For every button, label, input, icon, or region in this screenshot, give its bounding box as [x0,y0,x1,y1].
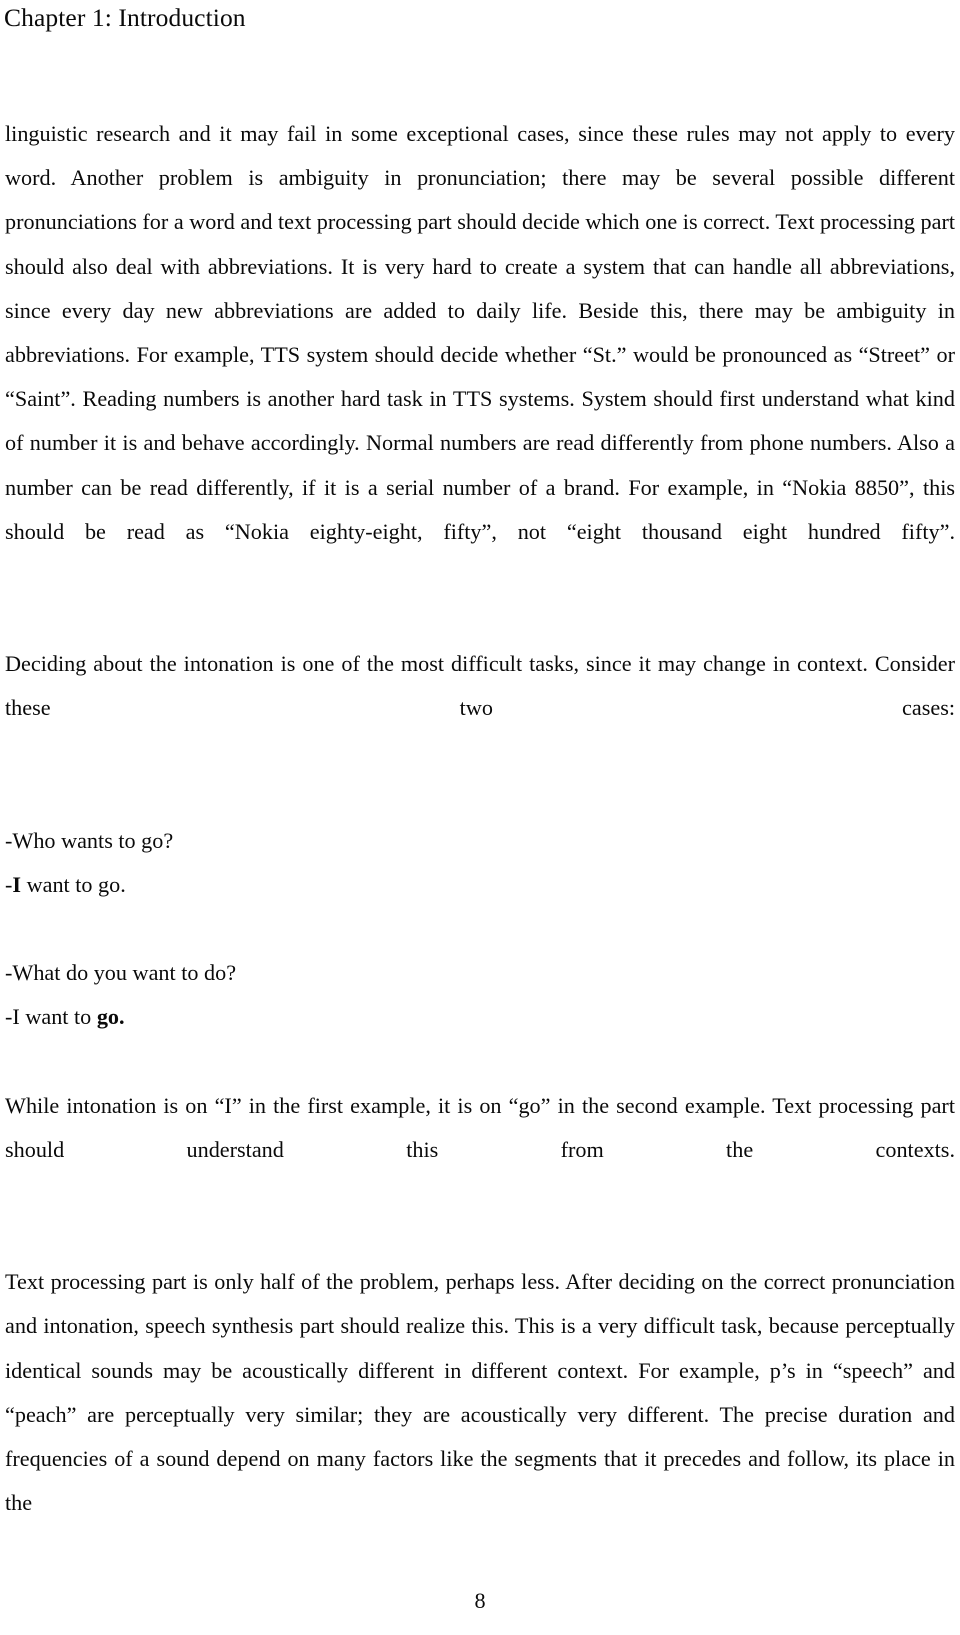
dialogue-two-question: -What do you want to do? [5,960,237,986]
dialogue-one-answer-rest: want to go. [21,872,126,898]
dialogue-two-answer-emphasis: go. [96,1004,125,1030]
paragraph-continuation-text-processing: linguistic research and it may fail in s… [5,121,955,544]
page-number: 8 [474,1588,486,1613]
dialogue-two-answer: -I want to go. [5,995,955,1039]
dialogue-spacer-bottom [5,1040,955,1084]
dialogue-one-answer: -I want to go. [5,863,955,907]
dialogue-spacer-top [5,775,955,819]
dialogue-two-answer-prefix: -I want to [5,1004,97,1030]
document-page: Chapter 1: Introduction linguistic resea… [0,0,960,1635]
dialogue-one-question: -Who wants to go? [5,827,174,853]
dialogue-spacer-middle [5,907,955,951]
paragraph-speech-synthesis: Text processing part is only half of the… [5,1269,955,1516]
paragraph-intonation-explanation: While intonation is on “I” in the first … [5,1092,955,1162]
paragraph-spacer-2 [5,1216,955,1260]
dialogue-one-answer-emphasis: I [12,872,22,898]
page-body-content: linguistic research and it may fail in s… [5,112,955,1570]
running-header-chapter-title: Chapter 1: Introduction [4,3,246,32]
paragraph-intonation-intro: Deciding about the intonation is one of … [5,651,955,721]
